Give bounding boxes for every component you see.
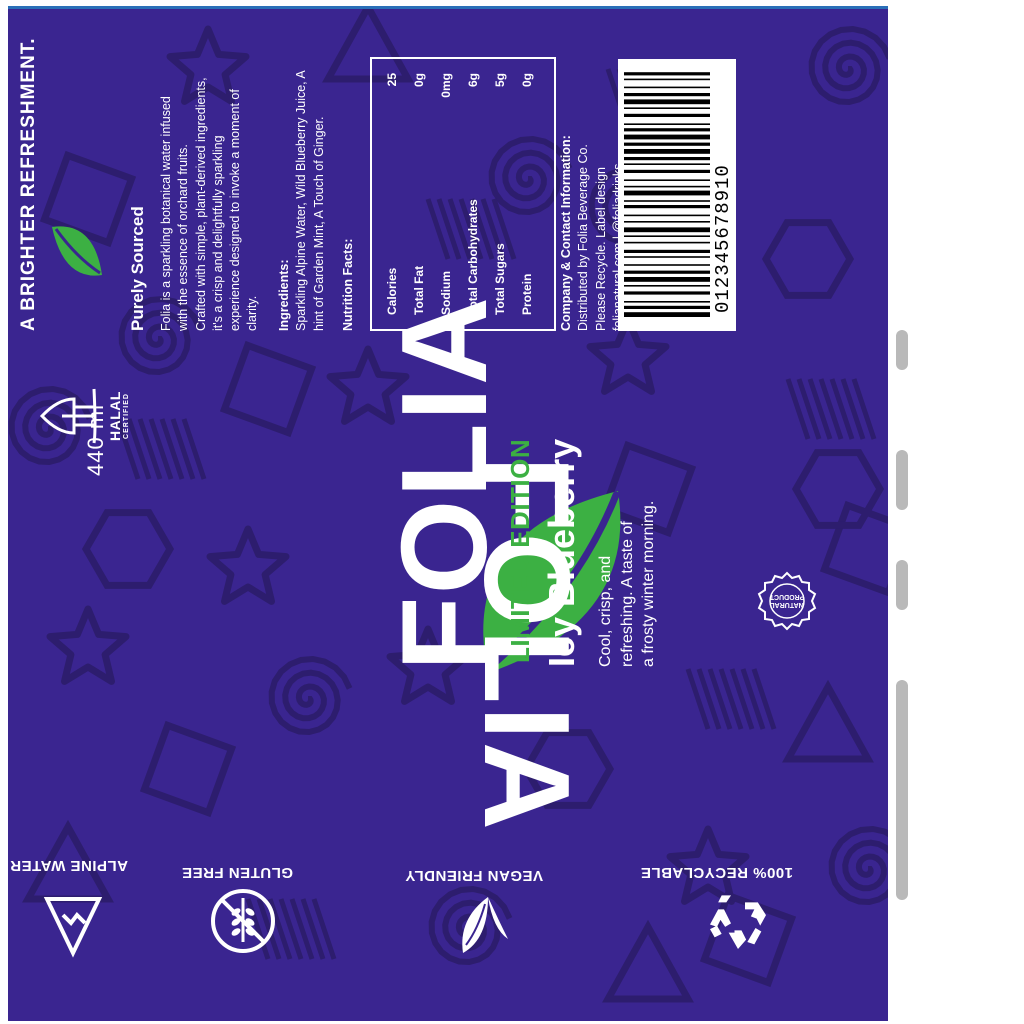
nutrition-label: Calories [384, 267, 399, 315]
barcode-digits: 012345678910 [712, 164, 734, 313]
barcode-bar [624, 156, 710, 161]
description-line: refreshing. A taste of [618, 521, 636, 667]
edge-shadow [896, 560, 908, 610]
description-line: Cool, crisp, and [597, 555, 614, 667]
nutrition-row: Calories 25 [378, 59, 405, 329]
barcode-bar [624, 134, 710, 140]
edge-shadow [896, 680, 908, 900]
barcode-bar [624, 86, 710, 89]
halal-subtitle: CERTIFIED [123, 393, 130, 439]
edge-shadow [896, 450, 908, 510]
barcode-bar [624, 270, 710, 274]
barcode: 012345678910 [618, 59, 736, 331]
barcode-bar [624, 179, 710, 181]
barcode-bar [624, 169, 710, 173]
halal-mosque-icon [39, 388, 97, 444]
page-margin [896, 0, 1024, 1024]
nutrition-label: Total Sugars [492, 243, 507, 315]
ingredients-heading: Ingredients: [277, 259, 291, 331]
barcode-bar [624, 200, 710, 202]
nutrition-value: 6g [465, 73, 480, 88]
nutrition-row: Protein 0g [513, 59, 540, 329]
company-line: Please Recycle. Label design [593, 167, 608, 331]
brand-title: FOLIA [376, 295, 512, 671]
natural-seal-icon: NATURAL PRODUCT [757, 571, 817, 631]
nutrition-row: Total Carbohydrates 6g [459, 59, 486, 329]
halal-title: HALAL [107, 391, 123, 441]
barcode-bar [624, 78, 710, 81]
barcode-bar [624, 291, 710, 295]
barcode-bar [624, 142, 710, 146]
description-line: a frosty winter morning. [640, 500, 658, 667]
nutrition-label: Sodium [438, 271, 453, 315]
barcode-bar [624, 284, 710, 287]
nutrition-label: Total Carbohydrates [465, 199, 480, 315]
company-block: Company & Contact Information: Distribut… [558, 31, 627, 331]
barcode-bar [624, 99, 710, 105]
barcode-bar [624, 72, 710, 76]
small-leaf-icon [52, 226, 102, 276]
nutrition-table: Calories 25 Total Fat 0g Sodium 0mg Total Carb… [370, 57, 556, 331]
barcode-bar [624, 113, 710, 117]
barcode-bars [624, 72, 710, 317]
barcode-bar [624, 276, 710, 282]
product-description: Folia is a sparkling botanical water inf… [158, 31, 262, 331]
nutrition-heading: Nutrition Facts: [341, 238, 355, 331]
flavor-description: Cool, crisp, and refreshing. A taste of … [595, 347, 660, 667]
barcode-bar [624, 123, 710, 125]
barcode-bar [624, 149, 710, 154]
ingredients-line: Sparkling Alpine Water, Wild Blueberry J… [294, 70, 309, 331]
product-line: Crafted with simple, plant-derived ingre… [193, 77, 208, 331]
nutrition-row: Total Sugars 5g [486, 59, 513, 329]
nutrition-value: 0mg [438, 73, 453, 98]
barcode-bar [624, 128, 710, 132]
tagline: A BRIGHTER REFRESHMENT. [18, 37, 39, 331]
nutrition-value: 5g [492, 73, 507, 88]
barcode-bar [624, 235, 710, 237]
barcode-bar [624, 241, 710, 244]
barcode-bar [624, 301, 710, 303]
barcode-bar [624, 264, 710, 266]
barcode-bar [624, 256, 710, 258]
barcode-bar [624, 312, 710, 317]
flavor-name: Icy Blueberry [541, 438, 582, 667]
nutrition-value: 25 [384, 73, 399, 87]
back-panel: A BRIGHTER REFRESHMENT. Purely Sourced F… [18, 21, 738, 331]
nutrition-row: Sodium 0mg [432, 59, 459, 329]
barcode-bar [624, 204, 710, 209]
product-label: 100% RECYCLABLE VEGAN FRIENDLY GLUTEN FR… [8, 6, 888, 1021]
barcode-bar [624, 92, 710, 97]
halal-badge: HALAL CERTIFIED [38, 369, 130, 461]
product-line: with the essence of orchard fruits. [176, 144, 191, 331]
edition-label: LIMITED EDITION [505, 438, 535, 663]
product-line: it's a crisp and delightfully sparkling [210, 135, 225, 331]
company-line: Distributed by Folia Beverage Co. [576, 144, 591, 331]
seal-text-2: PRODUCT [769, 593, 804, 600]
barcode-bar [624, 249, 710, 253]
barcode-bar [624, 185, 710, 188]
nutrition-label: Protein [519, 273, 534, 315]
nutrition-row: Total Fat 0g [405, 59, 432, 329]
label-content: 100% RECYCLABLE VEGAN FRIENDLY GLUTEN FR… [8, 9, 888, 1021]
barcode-bar [624, 227, 710, 233]
nutrition-value: 0g [411, 73, 426, 88]
subhead: Purely Sourced [128, 206, 147, 331]
barcode-bar [624, 107, 710, 109]
seal-text: NATURAL [770, 601, 804, 608]
nutrition-value: 0g [519, 73, 534, 88]
barcode-bar [624, 305, 710, 309]
nutrition-label: Total Fat [411, 265, 426, 315]
product-line: experience designed to invoke a moment o… [228, 89, 242, 331]
product-line: Folia is a sparkling botanical water inf… [159, 96, 173, 331]
nutrition-rows: Calories 25 Total Fat 0g Sodium 0mg Total Carb… [378, 59, 540, 329]
edge-shadow [896, 330, 908, 370]
ingredients-block: Ingredients: Sparkling Alpine Water, Wil… [276, 31, 328, 331]
company-heading: Company & Contact Information: [559, 135, 573, 331]
barcode-bar [624, 163, 710, 165]
product-line: clarity. [245, 295, 260, 331]
barcode-bar [624, 190, 710, 196]
barcode-bar [624, 220, 710, 223]
ingredients-line: hint of Garden Mint, A Touch of Ginger. [311, 116, 326, 331]
barcode-bar [624, 214, 710, 217]
